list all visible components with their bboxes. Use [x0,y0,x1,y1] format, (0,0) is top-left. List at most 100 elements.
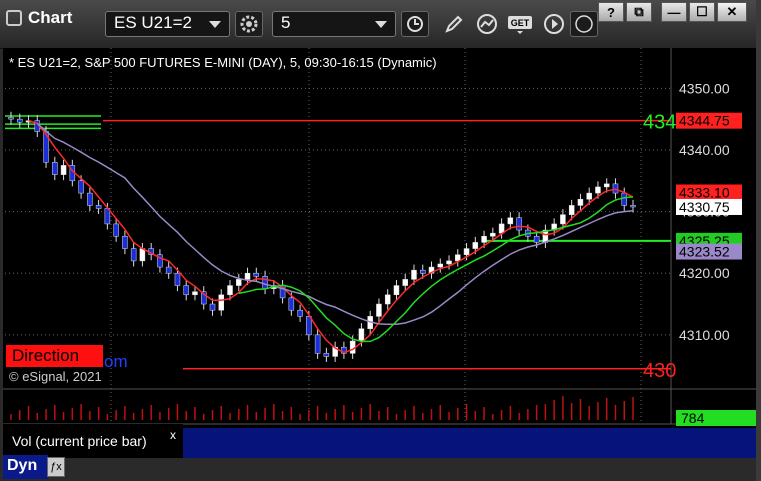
settings-button[interactable] [235,11,263,37]
candle-body [17,118,23,123]
play-icon [544,14,564,34]
candle-body [358,328,365,342]
candles [8,111,636,362]
maximize-icon: ☐ [696,4,708,19]
edge-price-label: 430 [643,360,676,382]
candle-body [78,180,84,194]
candle-body [490,232,496,237]
help-icon [575,15,593,33]
candle-body [612,183,619,194]
play-button[interactable] [540,11,568,37]
chart-area[interactable]: 4350.004340.004330.004320.004310.004344.… [3,48,756,458]
restore-window-button[interactable]: ⧉ [626,2,652,22]
restore-icon: ⧉ [634,4,644,19]
direction-label: Direction [12,346,80,365]
candle-body [122,235,128,249]
candle-body [130,248,137,262]
symbol-input[interactable]: ES U21=2 [105,11,230,37]
svg-text:GET: GET [511,18,530,28]
candle-body [463,248,470,255]
candle-body [314,334,321,354]
get-button[interactable]: GET [506,11,534,37]
candle-body [393,285,400,296]
candle-body [384,294,391,305]
price-label-text: 4344.75 [679,113,730,129]
time-button[interactable] [401,11,429,37]
candle-body [516,217,522,231]
candle-body [218,294,225,311]
chart-icon [6,10,22,26]
ma-red-line [28,119,634,354]
candle-body [262,276,268,289]
pencil-icon [445,15,463,33]
studies-button[interactable] [473,11,501,37]
candle-body [192,291,198,296]
chart-header: * ES U21=2, S&P 500 FUTURES E-MINI (DAY)… [9,55,437,70]
candle-body [533,235,540,243]
candle-body [209,303,216,311]
volume-close-icon[interactable]: x [170,428,176,442]
candle-body [568,205,575,215]
studies-icon [477,14,497,34]
moving-averages [28,119,634,354]
candle-body [174,272,181,286]
price-tick-label: 4340.00 [679,142,730,158]
interval-input[interactable]: 5 [272,11,396,37]
candle-body [139,248,146,262]
minimize-icon: — [667,4,681,20]
candle-body [621,192,627,206]
volume-label: Vol (current price bar) [12,433,147,449]
candle-body [603,183,610,188]
candle-body [472,242,479,249]
candle-body [306,316,312,336]
price-tick-label: 4310.00 [679,327,730,343]
price-tick-label: 4350.00 [679,80,730,96]
candle-body [253,272,260,277]
volume-bars [10,396,634,420]
dynamic-tab-label: Dyn [7,457,38,474]
window-frame-right [756,0,761,481]
symbol-dropdown-icon[interactable] [209,21,221,28]
close-window-button[interactable]: ✕ [717,2,747,22]
candle-body [95,205,102,209]
candle-body [87,192,93,206]
candle-body [297,309,303,317]
help-button[interactable] [570,11,598,37]
fx-icon[interactable]: ƒx [47,457,65,477]
candle-body [630,205,636,208]
minimize-window-button[interactable]: — [661,2,687,22]
ma-green-line [238,196,634,343]
dynamic-tab[interactable]: Dyn [3,455,48,479]
help-window-button[interactable]: ? [598,2,624,22]
app-title-text: Chart [28,8,73,27]
interval-dropdown-icon[interactable] [375,21,387,28]
maximize-window-button[interactable]: ☐ [689,2,715,22]
candle-body [323,353,330,357]
candle-body [481,235,487,243]
candle-body [402,279,408,286]
direction-link[interactable]: om [104,352,128,372]
direction-badge: Direction [6,345,103,367]
candle-body [165,266,172,274]
volume-bottom-strip [183,428,673,458]
price-axis: 4350.004340.004330.004320.004310.004344.… [643,80,756,426]
clock-icon [407,16,423,32]
volume-value-text: 784 [681,410,705,426]
candle-body [560,214,566,225]
fx-glyph: ƒx [50,461,62,473]
candle-body [586,192,592,200]
close-icon: ✕ [726,4,738,19]
toolbar: Chart ES U21=2 5 GET ? ⧉ — ☐ ✕ [0,0,761,49]
copyright-text: © eSignal, 2021 [9,369,102,384]
candle-body [437,263,444,268]
candle-body [419,269,426,274]
candle-body [8,117,14,120]
price-chart[interactable]: 4350.004340.004330.004320.004310.004344.… [3,48,756,458]
draw-button[interactable] [440,11,468,37]
candle-body [244,272,251,280]
candle-body [288,297,295,311]
interval-value: 5 [281,13,291,32]
volume-label-panel: Vol (current price bar) x [3,424,183,458]
settings-icon [240,15,258,33]
candle-body [507,217,514,225]
